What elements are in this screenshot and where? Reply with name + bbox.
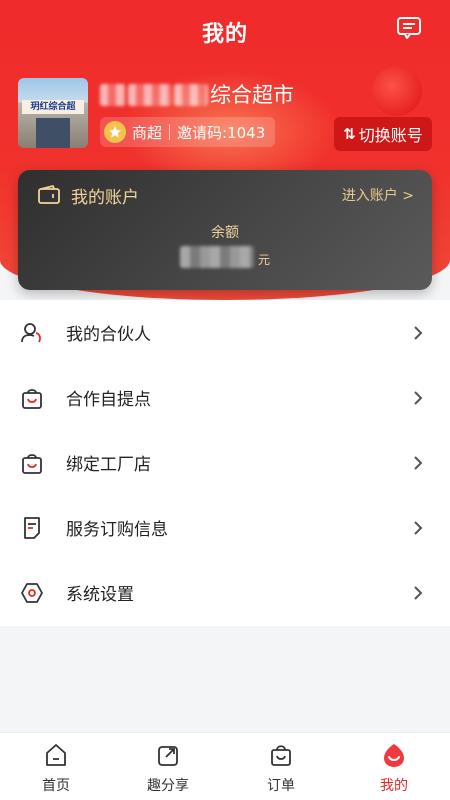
profile-icon: [384, 744, 404, 767]
chevron-right-icon: [414, 520, 423, 535]
balance-label: 余额: [211, 225, 239, 241]
redacted-balance: [179, 246, 254, 268]
menu-item-label: 合作自提点: [66, 390, 151, 410]
invite-code: 邀请码:1043: [177, 123, 266, 142]
bag-icon: [22, 453, 42, 474]
store-photo: 玥红综合超: [18, 78, 88, 148]
tab-label: 我的: [380, 778, 408, 794]
redacted-text: [100, 84, 126, 106]
message-icon[interactable]: [396, 16, 422, 40]
order-bag-icon: [271, 745, 291, 766]
menu-item-label: 绑定工厂店: [66, 455, 151, 475]
store-info-badge: 商超 邀请码:1043: [100, 117, 276, 147]
menu-item-partners[interactable]: 我的合伙人: [0, 300, 450, 365]
tab-profile[interactable]: 我的: [338, 733, 450, 800]
redacted-text: [174, 84, 208, 106]
settings-icon: [21, 582, 43, 603]
menu-item-system-settings[interactable]: 系统设置: [0, 560, 450, 625]
account-title: 我的账户: [71, 188, 139, 208]
store-photo-sign: 玥红综合超: [22, 100, 84, 114]
share-icon: [158, 746, 178, 766]
tab-label: 订单: [267, 778, 295, 794]
balance-unit: 元: [257, 253, 270, 267]
chevron-right-icon: [414, 585, 423, 600]
bottom-tab-bar: 首页 趣分享 订单 我的: [0, 732, 450, 800]
menu-item-pickup-points[interactable]: 合作自提点: [0, 365, 450, 430]
decorative-ball: [372, 66, 422, 116]
switch-account-button[interactable]: ⇅ 切换账号: [334, 117, 432, 151]
page-title: 我的: [201, 22, 248, 47]
menu-item-label: 我的合伙人: [66, 325, 151, 345]
chevron-right-icon: [414, 390, 423, 405]
swap-icon: ⇅: [343, 125, 356, 143]
tab-home[interactable]: 首页: [0, 733, 112, 800]
star-icon: [104, 121, 126, 143]
redacted-text: [128, 84, 172, 106]
chevron-right-icon: [414, 325, 423, 340]
store-type: 商超: [132, 123, 163, 142]
partner-icon: [21, 322, 41, 342]
store-name-visible: 综合超市: [210, 83, 294, 107]
menu-item-service-subscription[interactable]: 服务订购信息: [0, 495, 450, 560]
account-card[interactable]: 我的账户 进入账户 > 余额 元: [18, 170, 432, 290]
switch-account-label: 切换账号: [358, 126, 423, 145]
store-photo-door: [36, 118, 70, 148]
balance-value: 元: [18, 246, 432, 268]
menu-item-bind-factory[interactable]: 绑定工厂店: [0, 430, 450, 495]
home-icon: [46, 744, 66, 766]
enter-account-link[interactable]: 进入账户 >: [342, 185, 414, 205]
wallet-icon: [38, 185, 60, 204]
chevron-right-icon: [414, 455, 423, 470]
tab-orders[interactable]: 订单: [225, 733, 337, 800]
menu-item-label: 服务订购信息: [66, 520, 168, 540]
document-icon: [24, 516, 40, 539]
store-name: 综合超市: [100, 80, 294, 110]
bag-icon: [22, 388, 42, 409]
divider: [169, 124, 171, 140]
tab-share[interactable]: 趣分享: [112, 733, 224, 800]
tab-label: 首页: [42, 778, 70, 794]
menu-item-label: 系统设置: [66, 585, 134, 605]
tab-label: 趣分享: [147, 778, 189, 794]
menu-list: 我的合伙人 合作自提点 绑定工厂店 服务订购信息 系统设置: [0, 300, 450, 626]
